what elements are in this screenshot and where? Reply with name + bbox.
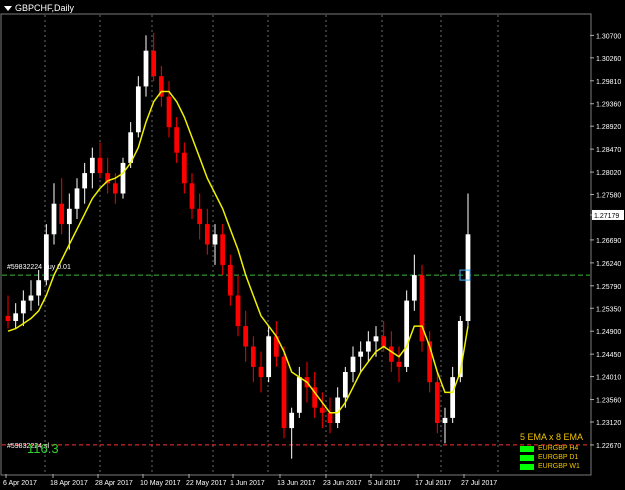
dropdown-triangle-icon[interactable] <box>4 5 12 11</box>
legend-title: 5 EMA x 8 EMA <box>520 432 584 442</box>
candle-body <box>289 412 295 429</box>
candle-body <box>281 356 287 429</box>
legend-item: EURGBP W1 <box>520 462 620 471</box>
candle-body <box>51 203 57 235</box>
legend-swatch-icon <box>520 445 534 452</box>
candle-body <box>434 382 440 423</box>
y-tick-label: 1.30260 <box>596 56 621 63</box>
candle-body <box>212 234 218 245</box>
candle-body <box>174 127 180 153</box>
candle-body <box>358 351 364 357</box>
chart-title: GBPCHF,Daily <box>15 3 75 13</box>
candle-body <box>235 295 241 327</box>
candle-body <box>373 336 379 342</box>
y-tick-label: 1.24900 <box>596 329 621 336</box>
legend-swatch-icon <box>520 454 534 461</box>
candle-body <box>365 341 371 352</box>
candle <box>281 346 287 439</box>
x-tick-label: 6 Apr 2017 <box>3 480 37 487</box>
y-tick-label: 1.27580 <box>596 193 621 200</box>
candle-body <box>74 188 80 209</box>
candle-body <box>135 86 141 133</box>
candle-body <box>181 152 187 184</box>
y-tick-label: 1.26240 <box>596 261 621 268</box>
candle-body <box>20 300 26 314</box>
y-tick-label: 1.28020 <box>596 170 621 177</box>
legend-item: EURGBP D1 <box>520 453 620 462</box>
x-tick-label: 10 May 2017 <box>140 480 181 487</box>
x-tick-label: 27 Jul 2017 <box>461 480 497 487</box>
candle-body <box>143 50 149 87</box>
candle-body <box>43 234 49 281</box>
candle-body <box>411 275 417 301</box>
candle-body <box>342 372 348 398</box>
x-tick-label: 1 Jun 2017 <box>230 480 265 487</box>
candle-body <box>189 183 195 209</box>
candle-body <box>388 346 394 362</box>
candle-body <box>151 50 157 77</box>
y-tick-label: 1.25790 <box>596 284 621 291</box>
candle-body <box>266 336 272 378</box>
candle-body <box>442 417 448 423</box>
candle-body <box>66 208 72 225</box>
candle-body <box>204 224 210 245</box>
x-tick-label: 17 Jul 2017 <box>415 480 451 487</box>
y-tick-label: 1.28920 <box>596 124 621 131</box>
x-tick-label: 23 Jun 2017 <box>323 480 362 487</box>
x-tick-label: 28 Apr 2017 <box>95 480 133 487</box>
ema-legend: 5 EMA x 8 EMA EURGBP H4 EURGBP D1 EURGBP… <box>520 432 620 471</box>
candle-body <box>450 377 456 418</box>
legend-swatch-icon <box>520 463 534 470</box>
candle <box>404 290 410 372</box>
chart-header: GBPCHF,Daily <box>4 3 74 13</box>
x-tick-label: 5 Jul 2017 <box>368 480 400 487</box>
candle-body <box>250 346 256 367</box>
candle-body <box>82 173 88 189</box>
y-tick-label: 1.29360 <box>596 102 621 109</box>
chart-window: 1.30700 1.30260 1.29810 1.29360 1.28920 1.284… <box>0 0 625 490</box>
buy-line-label: #59832224 buy 0.01 <box>7 264 71 271</box>
candle <box>419 264 425 352</box>
candle-body <box>36 280 42 296</box>
y-tick-label: 1.30700 <box>596 33 621 40</box>
pips-value: 116.3 <box>27 441 59 456</box>
candle-body <box>319 407 325 413</box>
candle-body <box>5 315 11 321</box>
y-tick-label: 1.23560 <box>596 398 621 405</box>
candle-body <box>381 336 387 347</box>
candle-body <box>13 313 19 321</box>
candle-body <box>243 326 249 347</box>
candle-body <box>166 96 172 128</box>
y-tick-label: 1.25350 <box>596 306 621 313</box>
candle-body <box>89 157 95 174</box>
x-tick-label: 22 May 2017 <box>186 480 227 487</box>
candle-body <box>227 264 233 296</box>
candle-body <box>396 361 402 367</box>
candle-body <box>296 377 302 413</box>
candle-body <box>404 300 410 367</box>
candle-body <box>197 208 203 225</box>
y-tick-label: 1.24010 <box>596 375 621 382</box>
y-tick-label: 1.29810 <box>596 79 621 86</box>
candle-body <box>120 162 126 194</box>
candle-body <box>112 183 118 194</box>
candle-body <box>28 295 34 301</box>
candle-body <box>220 234 226 265</box>
y-tick-label: 1.24450 <box>596 352 621 359</box>
y-tick-label: 1.23120 <box>596 420 621 427</box>
x-tick-label: 18 Apr 2017 <box>50 480 88 487</box>
current-price-label: 1.27179 <box>594 213 619 220</box>
x-tick-label: 13 Jun 2017 <box>277 480 316 487</box>
candlestick-chart: 1.30700 1.30260 1.29810 1.29360 1.28920 1.284… <box>0 0 625 490</box>
y-tick-label: 1.28470 <box>596 147 621 154</box>
candle <box>120 157 126 199</box>
candle-body <box>327 412 333 423</box>
candle-body <box>258 366 264 378</box>
legend-item: EURGBP H4 <box>520 444 620 453</box>
y-tick-label: 1.26690 <box>596 238 621 245</box>
candle-body <box>97 157 103 174</box>
candle-body <box>350 356 356 372</box>
candle-body <box>59 203 65 225</box>
